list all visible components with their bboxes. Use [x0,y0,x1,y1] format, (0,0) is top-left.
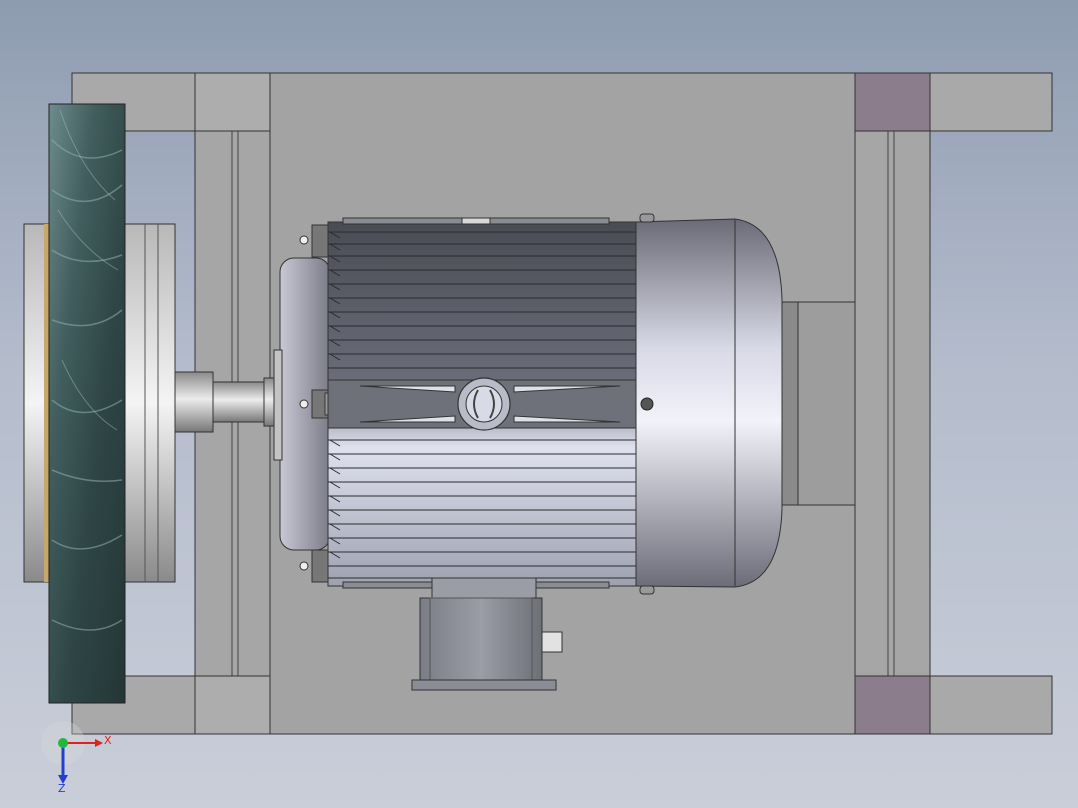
model-scene[interactable]: X Z [0,0,1078,808]
screw-icon [640,397,654,411]
bolt-icon [299,235,309,245]
electric-motor[interactable] [273,213,783,595]
bolt-icon [299,399,309,409]
graphics-viewport[interactable]: X Z [0,0,1078,808]
z-axis-label: Z [58,782,66,795]
mount-pad [854,72,931,132]
bolt-icon [299,561,309,571]
x-axis-label: X [104,734,112,747]
y-axis-dot [58,738,68,748]
mount-pad [854,675,931,735]
cable-gland-icon [541,631,563,653]
grinding-wheel[interactable] [48,103,126,704]
